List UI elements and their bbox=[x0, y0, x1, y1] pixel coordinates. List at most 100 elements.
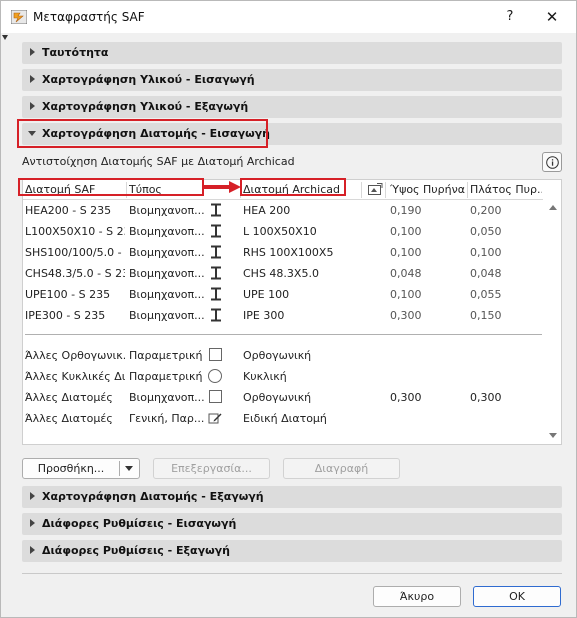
add-split-button[interactable]: Προσθήκη... bbox=[22, 458, 140, 479]
archicad-profile-cell: Ορθογωνική bbox=[243, 391, 312, 404]
highlight-archicad-column-box bbox=[240, 178, 346, 196]
column-separator[interactable] bbox=[361, 182, 362, 198]
split-divider bbox=[119, 461, 120, 476]
expand-arrow-icon bbox=[30, 75, 35, 83]
pencil-profile-icon bbox=[208, 413, 222, 424]
help-button[interactable]: ? bbox=[495, 5, 525, 29]
section-misc-export[interactable]: Διάφορες Ρυθμίσεις - Εξαγωγή bbox=[22, 540, 562, 562]
type-cell: Βιομηχανοπ... bbox=[129, 204, 205, 217]
i-beam-icon bbox=[211, 287, 221, 301]
expand-arrow-icon bbox=[30, 519, 35, 527]
saf-profile-cell: CHS48.3/5.0 - S 235 bbox=[25, 267, 125, 280]
type-cell: Βιομηχανοπ... bbox=[129, 288, 205, 301]
saf-profile-cell: SHS100/100/5.0 - ... bbox=[25, 246, 125, 259]
section-label: Χαρτογράφηση Υλικού - Εξαγωγή bbox=[42, 100, 249, 113]
mapping-arrow-icon bbox=[204, 181, 241, 193]
expand-arrow-icon bbox=[30, 48, 35, 56]
section-misc-import[interactable]: Διάφορες Ρυθμίσεις - Εισαγωγή bbox=[22, 513, 562, 535]
core-height-cell: 0,300 bbox=[390, 391, 422, 404]
type-cell: Βιομηχανοπ... bbox=[129, 246, 205, 259]
core-width-cell: 0,048 bbox=[470, 267, 502, 280]
core-width-cell: 0,150 bbox=[470, 309, 502, 322]
scroll-down-arrow-icon[interactable] bbox=[549, 433, 557, 438]
chevron-down-icon[interactable] bbox=[125, 466, 133, 471]
i-beam-icon bbox=[211, 308, 221, 322]
highlight-saf-columns-box bbox=[18, 178, 204, 196]
highlight-section-box bbox=[17, 119, 268, 148]
resize-marker-icon bbox=[2, 35, 8, 40]
core-height-cell: 0,100 bbox=[390, 288, 422, 301]
i-beam-icon bbox=[211, 245, 221, 259]
preview-column-icon[interactable] bbox=[368, 183, 383, 196]
type-cell: Γενική, Παρ... bbox=[129, 412, 205, 425]
core-width-cell: 0,200 bbox=[470, 204, 502, 217]
close-button[interactable]: ✕ bbox=[537, 5, 567, 29]
type-cell: Βιομηχανοπ... bbox=[129, 391, 205, 404]
saf-profile-cell: Άλλες Διατομές bbox=[25, 412, 113, 425]
archicad-profile-cell: Ορθογωνική bbox=[243, 349, 312, 362]
circle-icon bbox=[208, 369, 222, 383]
type-cell: Βιομηχανοπ... bbox=[129, 309, 205, 322]
column-separator[interactable] bbox=[385, 182, 386, 198]
saf-profile-cell: L100X50X10 - S 235 bbox=[25, 225, 125, 238]
type-cell: Βιομηχανοπ... bbox=[129, 267, 205, 280]
add-button-label[interactable]: Προσθήκη... bbox=[23, 459, 119, 478]
core-height-cell: 0,048 bbox=[390, 267, 422, 280]
core-height-cell: 0,300 bbox=[390, 309, 422, 322]
section-material-export[interactable]: Χαρτογράφηση Υλικού - Εξαγωγή bbox=[22, 96, 562, 118]
archicad-profile-cell: Ειδική Διατομή bbox=[243, 412, 327, 425]
footer-divider bbox=[22, 573, 562, 574]
saf-profile-cell: Άλλες Διατομές bbox=[25, 391, 113, 404]
column-header-core-width[interactable]: Πλάτος Πυρ... bbox=[470, 183, 542, 196]
i-beam-icon bbox=[211, 266, 221, 280]
archicad-profile-cell: Κυκλική bbox=[243, 370, 287, 383]
cancel-button[interactable]: Άκυρο bbox=[373, 586, 461, 607]
saf-profile-cell: Άλλες Κυκλικές Δι... bbox=[25, 370, 125, 383]
i-beam-icon bbox=[211, 224, 221, 238]
title-bar: Μεταφραστής SAF ? ✕ bbox=[1, 1, 576, 33]
expand-arrow-icon bbox=[30, 102, 35, 110]
expand-arrow-icon bbox=[30, 492, 35, 500]
saf-profile-cell: UPE100 - S 235 bbox=[25, 288, 111, 301]
saf-profile-cell: HEA200 - S 235 bbox=[25, 204, 112, 217]
info-button[interactable] bbox=[542, 152, 562, 172]
section-label: Ταυτότητα bbox=[42, 46, 109, 59]
core-width-cell: 0,050 bbox=[470, 225, 502, 238]
ok-button[interactable]: OK bbox=[473, 586, 561, 607]
saf-profile-cell: Άλλες Ορθογωνικ... bbox=[25, 349, 125, 362]
section-material-import[interactable]: Χαρτογράφηση Υλικού - Εισαγωγή bbox=[22, 69, 562, 91]
table-scrollbar[interactable] bbox=[544, 200, 561, 444]
type-cell: Παραμετρική bbox=[129, 349, 203, 362]
delete-button[interactable]: Διαγραφή bbox=[283, 458, 400, 479]
profile-mapping-table: Διατομή SAF Τύπος Διατομή Archicad Ύψος … bbox=[22, 179, 562, 445]
info-icon bbox=[546, 156, 559, 169]
type-cell: Παραμετρική bbox=[129, 370, 203, 383]
archicad-profile-cell: L 100X50X10 bbox=[243, 225, 317, 238]
core-height-cell: 0,190 bbox=[390, 204, 422, 217]
column-header-core-height[interactable]: Ύψος Πυρήνα bbox=[390, 183, 465, 196]
expand-arrow-icon bbox=[30, 546, 35, 554]
core-height-cell: 0,100 bbox=[390, 246, 422, 259]
i-beam-icon bbox=[211, 203, 221, 217]
section-label: Διάφορες Ρυθμίσεις - Εισαγωγή bbox=[42, 517, 237, 530]
saf-profile-cell: IPE300 - S 235 bbox=[25, 309, 106, 322]
section-label: Διάφορες Ρυθμίσεις - Εξαγωγή bbox=[42, 544, 230, 557]
section-identity[interactable]: Ταυτότητα bbox=[22, 42, 562, 64]
core-width-cell: 0,300 bbox=[470, 391, 502, 404]
section-label: Χαρτογράφηση Διατομής - Εξαγωγή bbox=[42, 490, 264, 503]
core-width-cell: 0,055 bbox=[470, 288, 502, 301]
app-icon bbox=[11, 10, 27, 24]
window-title: Μεταφραστής SAF bbox=[33, 10, 145, 24]
section-profile-export[interactable]: Χαρτογράφηση Διατομής - Εξαγωγή bbox=[22, 486, 562, 508]
archicad-profile-cell: RHS 100X100X5 bbox=[243, 246, 334, 259]
archicad-profile-cell: IPE 300 bbox=[243, 309, 285, 322]
column-separator[interactable] bbox=[467, 182, 468, 198]
section-label: Χαρτογράφηση Υλικού - Εισαγωγή bbox=[42, 73, 255, 86]
edit-button[interactable]: Επεξεργασία... bbox=[153, 458, 270, 479]
rectangle-icon bbox=[209, 390, 222, 403]
core-width-cell: 0,100 bbox=[470, 246, 502, 259]
archicad-profile-cell: CHS 48.3X5.0 bbox=[243, 267, 319, 280]
row-group-divider bbox=[25, 334, 542, 335]
rectangle-icon bbox=[209, 348, 222, 361]
scroll-up-arrow-icon[interactable] bbox=[549, 205, 557, 210]
